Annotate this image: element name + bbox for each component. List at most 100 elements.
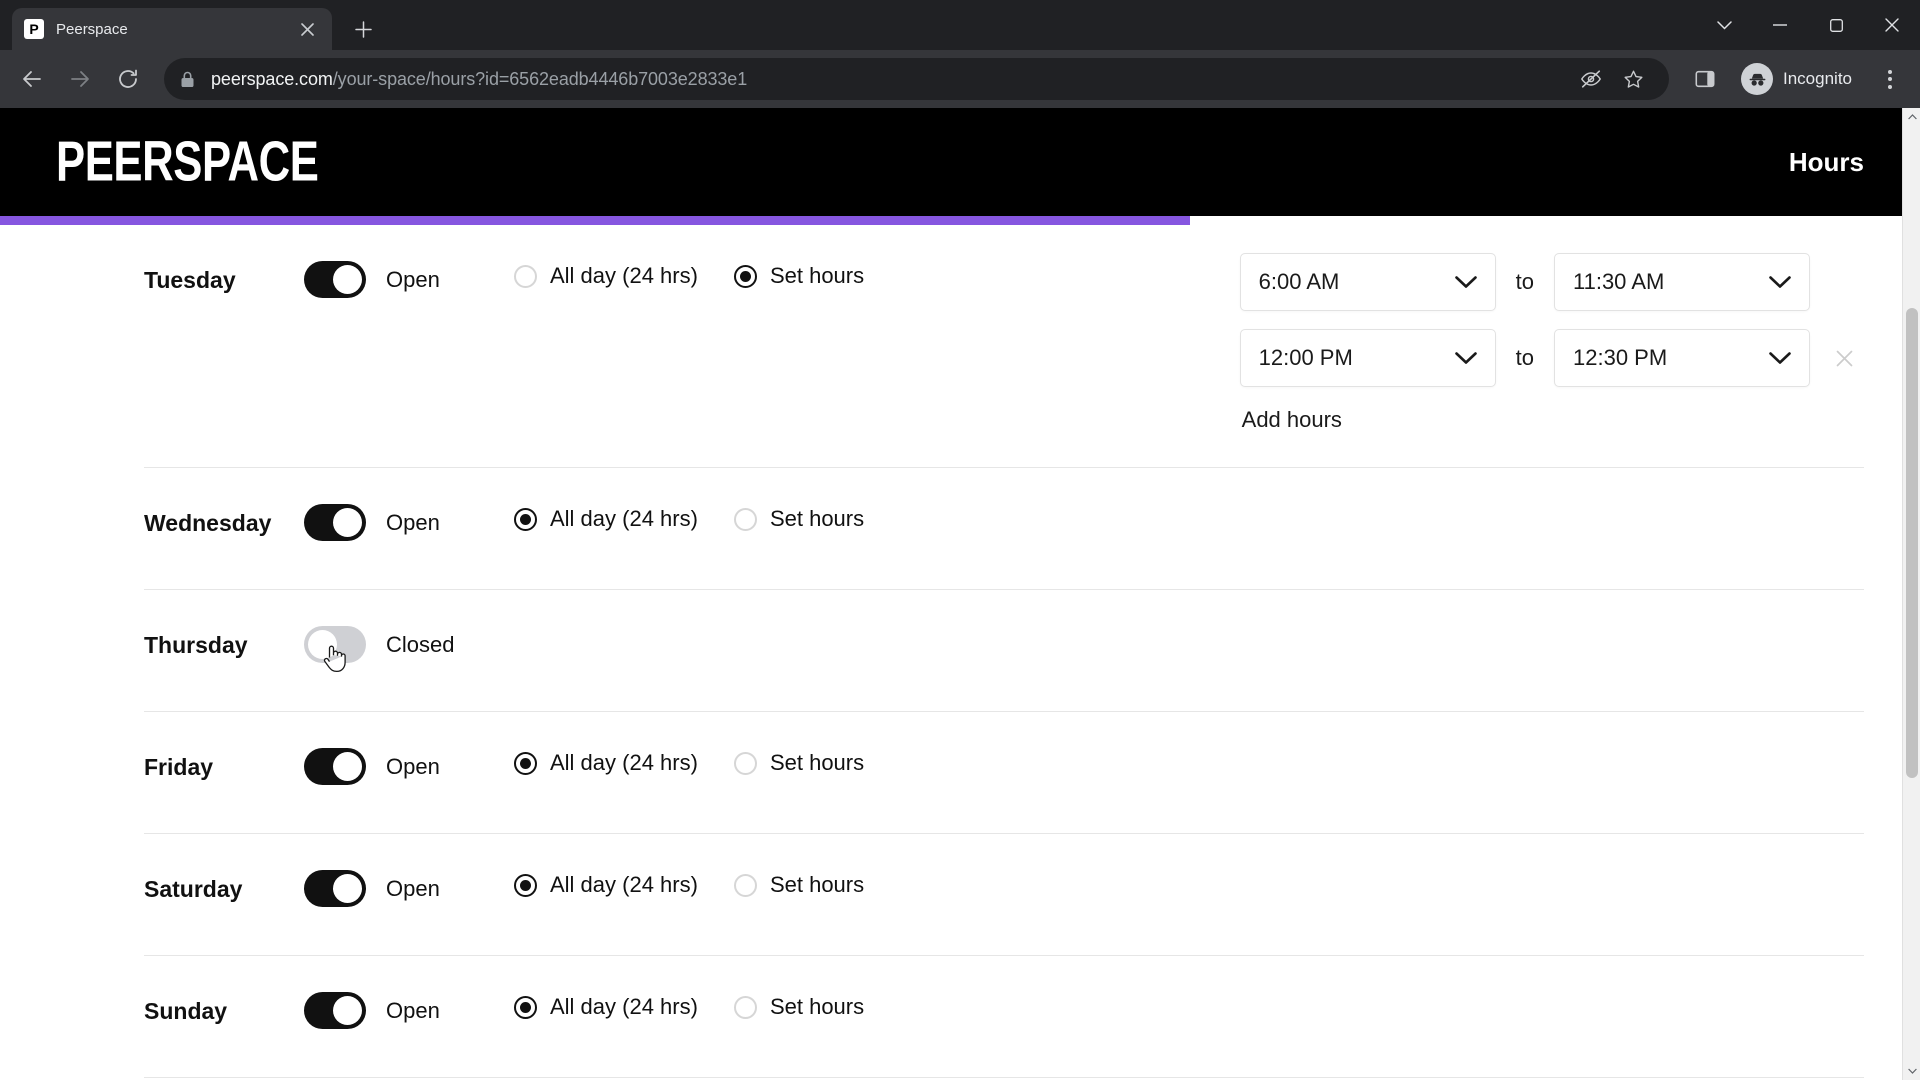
three-dot-menu-icon[interactable] [1870, 57, 1910, 101]
radio-all-day-wednesday[interactable]: All day (24 hrs) [514, 506, 698, 532]
chevron-down-icon [1769, 351, 1791, 365]
radio-set-hours-sunday-control[interactable] [733, 995, 757, 1019]
end-time-select-tuesday-1[interactable]: 12:30 PM [1554, 329, 1810, 387]
radio-all-day-friday[interactable]: All day (24 hrs) [514, 750, 698, 776]
close-window-icon[interactable] [1864, 0, 1920, 50]
progress-bar-fill [0, 216, 1191, 225]
hours-column-tuesday: 6:00 AM to 11:30 AM 12:00 PM to 12:30 PM Add h… [1239, 253, 1864, 439]
url-host: peerspace.com [211, 68, 333, 89]
address-bar[interactable]: peerspace.com/your-space/hours?id=6562ea… [164, 58, 1669, 100]
radio-all-day-tuesday-label: All day (24 hrs) [550, 263, 698, 288]
radio-set-hours-saturday[interactable]: Set hours [733, 872, 864, 898]
day-label-sunday: Sunday [144, 998, 228, 1024]
day-label-friday: Friday [144, 754, 214, 780]
browser-window: P Peerspace peerspace.com/your-space/hou… [0, 0, 1920, 1080]
radio-set-hours-friday-label: Set hours [769, 750, 865, 775]
scrollbar-thumb[interactable] [1906, 308, 1918, 778]
open-toggle-thursday[interactable] [304, 626, 366, 663]
start-time-select-tuesday-0[interactable]: 6:00 AM [1239, 253, 1496, 311]
progress-bar-track [0, 216, 1920, 225]
forward-button[interactable] [58, 57, 102, 101]
day-label-saturday: Saturday [144, 876, 243, 902]
day-row-saturday: Saturday Open All day (24 hrs) Set hours [144, 834, 1864, 956]
day-label-thursday: Thursday [144, 632, 248, 658]
browser-toolbar: peerspace.com/your-space/hours?id=6562ea… [0, 50, 1920, 108]
page-scrollbar[interactable] [1902, 108, 1920, 1080]
radio-all-day-wednesday-control[interactable] [514, 507, 537, 531]
radio-set-hours-friday-control[interactable] [733, 751, 757, 775]
radio-set-hours-tuesday[interactable]: Set hours [733, 263, 864, 289]
toggle-knob [333, 874, 362, 903]
bookmark-star-icon[interactable] [1613, 59, 1653, 99]
peerspace-favicon: P [24, 19, 44, 39]
end-time-select-tuesday-1-value: 12:30 PM [1573, 345, 1668, 370]
reload-button[interactable] [106, 57, 150, 101]
open-toggle-wrap-wednesday: Open [304, 496, 514, 541]
new-tab-button[interactable] [346, 12, 380, 46]
browser-tab[interactable]: P Peerspace [12, 8, 332, 50]
toggle-label-wednesday: Open [386, 509, 440, 535]
mode-radio-group-friday: All day (24 hrs) Set hours [514, 740, 864, 776]
toggle-knob [333, 752, 362, 781]
radio-all-day-tuesday-control[interactable] [514, 264, 537, 288]
radio-set-hours-wednesday-label: Set hours [769, 506, 865, 531]
radio-all-day-saturday[interactable]: All day (24 hrs) [514, 872, 698, 898]
open-toggle-friday[interactable] [304, 748, 366, 785]
url-path: /your-space/hours?id=6562eadb4446b7003e2… [332, 68, 748, 89]
toggle-label-friday: Open [386, 753, 440, 779]
open-toggle-wednesday[interactable] [304, 504, 366, 541]
open-toggle-wrap-sunday: Open [304, 984, 514, 1029]
to-separator: to [1515, 345, 1534, 370]
omnibox-actions [1571, 59, 1653, 99]
toggle-knob [333, 265, 362, 294]
toggle-label-tuesday: Open [386, 266, 440, 292]
open-toggle-saturday[interactable] [304, 870, 366, 907]
scroll-up-arrow-icon[interactable] [1903, 108, 1920, 126]
remove-time-range-icon-tuesday-1[interactable] [1824, 338, 1864, 378]
scroll-down-arrow-icon[interactable] [1903, 1062, 1920, 1080]
day-label-wednesday: Wednesday [144, 510, 272, 536]
start-time-select-tuesday-1-value: 12:00 PM [1258, 345, 1353, 370]
tab-strip: P Peerspace [0, 0, 1920, 50]
radio-set-hours-wednesday-control[interactable] [733, 507, 757, 531]
back-button[interactable] [10, 57, 54, 101]
radio-set-hours-saturday-control[interactable] [733, 873, 757, 897]
minimize-icon[interactable] [1752, 0, 1808, 50]
maximize-icon[interactable] [1808, 0, 1864, 50]
mode-radio-group-tuesday: All day (24 hrs) Set hours [514, 253, 864, 289]
radio-all-day-sunday-control[interactable] [514, 995, 537, 1019]
add-hours-button-tuesday[interactable]: Add hours [1240, 407, 1342, 433]
radio-set-hours-sunday[interactable]: Set hours [733, 994, 864, 1020]
radio-all-day-saturday-control[interactable] [514, 873, 537, 897]
open-toggle-tuesday[interactable] [304, 261, 366, 298]
day-row-wednesday: Wednesday Open All day (24 hrs) Set hours [144, 468, 1864, 590]
incognito-hat-icon [1741, 63, 1773, 95]
toggle-knob [333, 996, 362, 1025]
mode-radio-group-wednesday: All day (24 hrs) Set hours [514, 496, 864, 532]
radio-set-hours-tuesday-control[interactable] [733, 264, 757, 288]
chevron-down-icon [1769, 275, 1791, 289]
peerspace-logo[interactable]: PEERSPACE [56, 130, 319, 195]
open-toggle-sunday[interactable] [304, 992, 366, 1029]
day-row-thursday: Thursday Closed [144, 590, 1864, 712]
end-time-select-tuesday-0[interactable]: 11:30 AM [1554, 253, 1810, 311]
third-party-cookie-blocked-icon[interactable] [1571, 59, 1611, 99]
start-time-select-tuesday-1[interactable]: 12:00 PM [1239, 329, 1496, 387]
toggle-label-thursday: Closed [386, 631, 455, 657]
incognito-label: Incognito [1783, 69, 1852, 88]
close-tab-icon[interactable] [294, 16, 320, 42]
chevron-down-icon [1454, 275, 1477, 289]
radio-all-day-saturday-label: All day (24 hrs) [550, 872, 698, 897]
side-panel-icon[interactable] [1683, 57, 1727, 101]
site-header: PEERSPACE Hours [0, 108, 1920, 216]
radio-all-day-friday-control[interactable] [514, 751, 537, 775]
radio-all-day-tuesday[interactable]: All day (24 hrs) [514, 263, 698, 289]
open-toggle-wrap-tuesday: Open [304, 253, 514, 298]
radio-all-day-sunday[interactable]: All day (24 hrs) [514, 994, 698, 1020]
radio-set-hours-friday[interactable]: Set hours [733, 750, 865, 776]
toggle-label-saturday: Open [386, 875, 440, 901]
incognito-profile-button[interactable]: Incognito [1735, 58, 1866, 100]
radio-set-hours-wednesday[interactable]: Set hours [733, 506, 865, 532]
mode-radio-group-sunday: All day (24 hrs) Set hours [514, 984, 864, 1020]
tab-search-chevron-icon[interactable] [1696, 0, 1752, 50]
